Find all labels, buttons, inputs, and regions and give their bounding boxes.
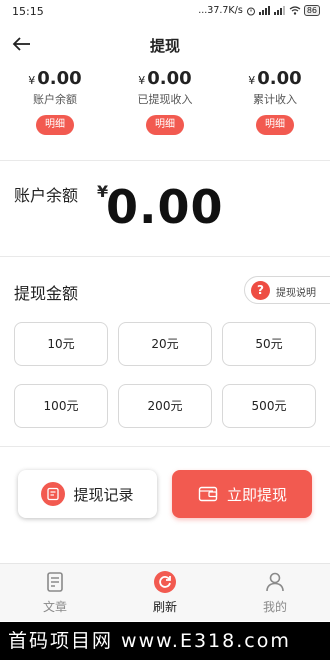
withdraw-help-button[interactable]: ? 提现说明 xyxy=(244,276,330,304)
stat-value: ¥0.00 xyxy=(0,68,110,89)
stat-label: 累计收入 xyxy=(253,93,297,106)
stat-value: ¥0.00 xyxy=(220,68,330,89)
stat-total-income: ¥0.00 累计收入 明细 xyxy=(220,68,330,135)
wallet-icon xyxy=(197,483,219,505)
amount-option-10[interactable]: 10元 xyxy=(14,322,108,366)
currency-symbol: ¥ xyxy=(28,74,36,87)
details-button[interactable]: 明细 xyxy=(256,115,294,135)
amount-option-200[interactable]: 200元 xyxy=(118,384,212,428)
nav-bar: 提现 xyxy=(0,24,330,64)
balance-amount: 0.00 xyxy=(106,180,224,234)
bottom-tab-bar: 文章 刷新 我的 xyxy=(0,563,330,621)
amount-section-title: 提现金额 xyxy=(14,284,79,303)
stats-row: ¥0.00 账户余额 明细 ¥0.00 已提现收入 明细 ¥0.00 累计收入 … xyxy=(0,68,330,148)
stat-label: 已提现收入 xyxy=(137,93,193,106)
tab-article[interactable]: 文章 xyxy=(0,570,110,615)
stat-account-balance: ¥0.00 账户余额 明细 xyxy=(0,68,110,135)
details-button[interactable]: 明细 xyxy=(36,115,74,135)
divider xyxy=(0,160,330,161)
question-icon: ? xyxy=(251,281,270,300)
divider xyxy=(0,256,330,257)
records-icon xyxy=(41,482,66,506)
tab-label: 刷新 xyxy=(152,600,177,614)
currency-symbol: ¥ xyxy=(138,74,146,87)
records-label: 提现记录 xyxy=(73,485,134,504)
wifi-icon xyxy=(289,6,301,15)
help-label: 提现说明 xyxy=(276,288,316,299)
amount-option-50[interactable]: 50元 xyxy=(222,322,316,366)
balance-label: 账户余额 xyxy=(14,186,79,205)
refresh-icon xyxy=(154,571,176,593)
withdraw-records-button[interactable]: 提现记录 xyxy=(18,470,157,518)
article-icon xyxy=(47,572,63,592)
stat-amount: 0.00 xyxy=(147,68,192,89)
battery-icon: 86 xyxy=(303,5,320,16)
signal-icon xyxy=(258,6,270,15)
alarm-icon xyxy=(246,7,255,15)
amount-option-500[interactable]: 500元 xyxy=(222,384,316,428)
page-title: 提现 xyxy=(149,37,180,55)
tab-label: 我的 xyxy=(262,600,287,614)
stat-amount: 0.00 xyxy=(257,68,302,89)
network-speed: ...37.7K/s xyxy=(198,5,243,16)
profile-icon xyxy=(266,572,284,592)
amount-option-20[interactable]: 20元 xyxy=(118,322,212,366)
signal-icon-2 xyxy=(273,6,285,15)
tab-refresh[interactable]: 刷新 xyxy=(110,570,220,615)
watermark-banner: 首码项目网 www.E318.com xyxy=(0,622,330,660)
divider xyxy=(0,446,330,447)
status-indicators: ...37.7K/s 86 xyxy=(198,5,320,16)
amount-option-100[interactable]: 100元 xyxy=(14,384,108,428)
stat-value: ¥0.00 xyxy=(110,68,220,89)
tab-profile[interactable]: 我的 xyxy=(220,570,330,615)
status-bar: 15:15 ...37.7K/s 86 xyxy=(0,0,330,24)
details-button[interactable]: 明细 xyxy=(146,115,184,135)
status-time: 15:15 xyxy=(12,5,44,18)
stat-withdrawn-income: ¥0.00 已提现收入 明细 xyxy=(110,68,220,135)
withdraw-label: 立即提现 xyxy=(226,485,287,504)
withdraw-now-button[interactable]: 立即提现 xyxy=(172,470,312,518)
currency-symbol: ¥ xyxy=(248,74,256,87)
stat-label: 账户余额 xyxy=(33,93,77,106)
tab-label: 文章 xyxy=(42,600,67,614)
stat-amount: 0.00 xyxy=(37,68,82,89)
